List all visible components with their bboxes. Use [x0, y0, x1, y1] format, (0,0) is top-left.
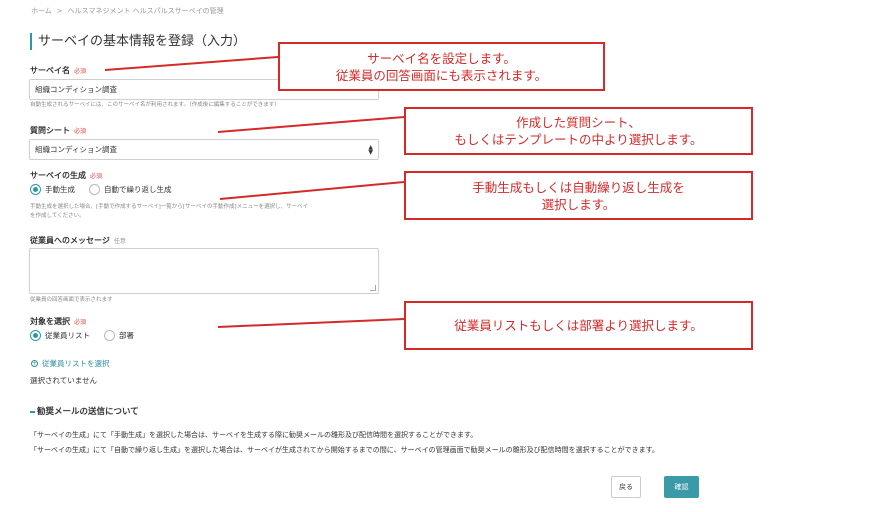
callout-generation: 手動生成もしくは自動繰り返し生成を 選択します。 [404, 171, 753, 220]
callout-line: 従業員リストもしくは部署より選択します。 [454, 318, 703, 333]
callout-line: 選択します。 [541, 196, 616, 212]
callout-line-3 [219, 181, 405, 200]
callout-target: 従業員リストもしくは部署より選択します。 [404, 301, 753, 350]
callout-line-2 [217, 116, 405, 133]
callout-line-4 [217, 318, 405, 328]
callout-line-1 [104, 56, 279, 71]
callout-survey-name: サーベイ名を設定します。 従業員の回答画面にも表示されます。 [278, 42, 605, 91]
callout-line: 作成した質問シート、 [516, 115, 641, 130]
callout-line: 手動生成もしくは自動繰り返し生成を [472, 179, 685, 195]
callout-line: サーベイ名を設定します。 [367, 50, 516, 66]
callout-line: もしくはテンプレートの中より選択します。 [454, 132, 703, 147]
callout-line: 従業員の回答画面にも表示されます。 [335, 67, 548, 83]
callout-question-sheet: 作成した質問シート、 もしくはテンプレートの中より選択します。 [404, 107, 753, 155]
